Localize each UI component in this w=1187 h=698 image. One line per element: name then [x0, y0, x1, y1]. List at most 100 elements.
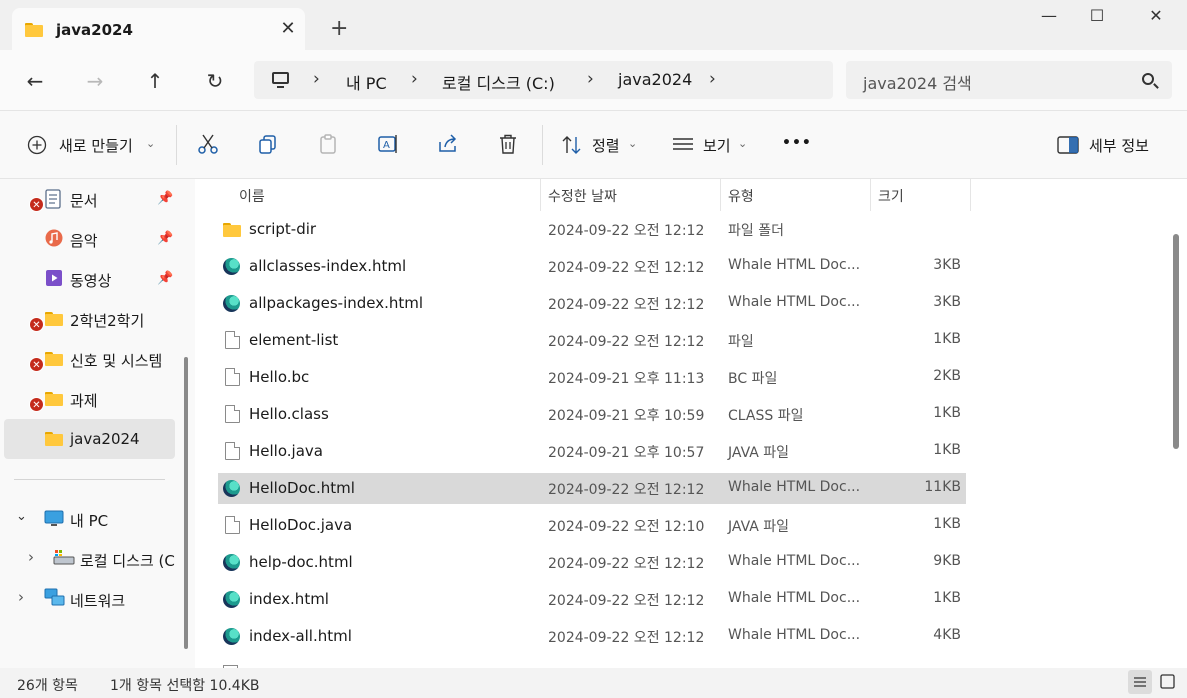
file-date: 2024-09-21 오후 11:13: [548, 371, 705, 387]
file-row-index-html[interactable]: index.html 2024-09-22 오전 12:12 Whale HTML …: [218, 584, 966, 615]
music-icon: [45, 229, 63, 247]
tree-item-local-disk[interactable]: › 로컬 디스크 (C:): [4, 539, 175, 579]
search-placeholder: java2024 검색: [863, 74, 972, 93]
file-row-allclasses-index-html[interactable]: allclasses-index.html 2024-09-22 오전 12:12…: [218, 251, 966, 282]
file-row-allpackages-index-html[interactable]: allpackages-index.html 2024-09-22 오전 12:1…: [218, 288, 966, 319]
sidebar-item-java2024[interactable]: java2024: [4, 419, 175, 459]
file-row-element-list[interactable]: element-list 2024-09-22 오전 12:12 파일 1KB: [218, 325, 966, 356]
sidebar-item-music[interactable]: 음악 📌: [4, 219, 175, 259]
file-list-scrollbar[interactable]: [1173, 234, 1179, 449]
minimize-button[interactable]: —: [1026, 6, 1072, 32]
forward-button[interactable]: →: [80, 66, 110, 96]
new-button[interactable]: 새로 만들기 ⌄: [22, 125, 162, 165]
chevron-right-icon[interactable]: ›: [709, 69, 716, 89]
column-divider[interactable]: [870, 179, 871, 211]
column-divider[interactable]: [970, 179, 971, 211]
cut-icon[interactable]: [196, 132, 220, 156]
large-icons-view-icon[interactable]: [1156, 670, 1180, 694]
file-name: allpackages-index.html: [249, 294, 424, 312]
file-date: 2024-09-22 오전 12:12: [548, 297, 705, 313]
file-row-help-doc-html[interactable]: help-doc.html 2024-09-22 오전 12:12 Whale HT…: [218, 547, 966, 578]
breadcrumb-local-disk[interactable]: 로컬 디스크 (C:): [442, 70, 555, 94]
file-size: 3KB: [933, 294, 961, 310]
chevron-right-icon[interactable]: ›: [587, 69, 594, 89]
address-bar[interactable]: › 내 PC › 로컬 디스크 (C:) › java2024 ›: [254, 61, 833, 99]
command-bar: 새로 만들기 ⌄ A 정렬 ⌄ 보기 ⌄ ••• 세부 정보: [0, 110, 1187, 179]
file-row-hellodoc-java[interactable]: HelloDoc.java 2024-09-22 오전 12:10 JAVA 파일 1…: [218, 510, 966, 541]
tree-item-network[interactable]: › 네트워크: [4, 579, 175, 619]
file-row-hellodoc-html[interactable]: HelloDoc.html 2024-09-22 오전 12:12 Whale HT…: [218, 473, 966, 504]
tree-item-label: 네트워크: [70, 592, 126, 610]
column-divider[interactable]: [720, 179, 721, 211]
rename-icon[interactable]: A: [376, 132, 400, 156]
whale-icon: [223, 258, 240, 275]
folder-icon: [45, 432, 63, 446]
search-input[interactable]: java2024 검색: [846, 61, 1172, 99]
file-type: Whale HTML Doc...: [728, 479, 861, 495]
column-header-date[interactable]: 수정한 날짜: [548, 186, 617, 206]
share-icon[interactable]: [436, 132, 460, 156]
breadcrumb-java2024[interactable]: java2024: [618, 70, 692, 89]
sidebar-scrollbar[interactable]: [184, 357, 188, 649]
details-view-icon[interactable]: [1128, 670, 1152, 694]
sidebar-item-label: java2024: [70, 430, 140, 448]
more-options-button[interactable]: •••: [782, 135, 812, 151]
file-row-index-all-html[interactable]: index-all.html 2024-09-22 오전 12:12 Whale H…: [218, 621, 966, 652]
column-header-name[interactable]: 이름: [239, 186, 265, 206]
address-row: ← → ↑ ↻ › 내 PC › 로컬 디스크 (C:) › java2024 …: [0, 50, 1187, 110]
file-date: 2024-09-22 오전 12:12: [548, 223, 705, 239]
plus-circle-icon: [27, 135, 47, 155]
file-size: 11KB: [924, 479, 961, 495]
tab-close-button[interactable]: ✕: [278, 18, 298, 39]
copy-icon[interactable]: [256, 132, 280, 156]
paste-icon[interactable]: [316, 132, 340, 156]
view-label: 보기: [703, 137, 731, 155]
chevron-right-icon[interactable]: ›: [313, 69, 320, 89]
file-name: index-all.html: [249, 627, 352, 645]
chevron-down-icon: ⌄: [146, 137, 156, 150]
file-row-script-dir[interactable]: script-dir 2024-09-22 오전 12:12 파일 폴더: [218, 214, 966, 245]
refresh-button[interactable]: ↻: [200, 66, 230, 96]
maximize-button[interactable]: ☐: [1074, 6, 1120, 32]
sidebar-item-documents[interactable]: ✕ 문서 📌: [4, 179, 175, 219]
column-header-type[interactable]: 유형: [728, 186, 754, 206]
chevron-down-icon[interactable]: ⌄: [16, 509, 27, 524]
sidebar-item-assignments[interactable]: ✕ 과제: [4, 379, 175, 419]
file-type: 파일 폴더: [728, 223, 784, 239]
chevron-right-icon[interactable]: ›: [28, 548, 34, 566]
up-button[interactable]: ↑: [140, 66, 170, 96]
file-row-hello-class[interactable]: Hello.class 2024-09-21 오후 10:59 CLASS 파일 1K…: [218, 399, 966, 430]
column-header-size[interactable]: 크기: [878, 186, 904, 206]
sidebar-item-videos[interactable]: 동영상 📌: [4, 259, 175, 299]
sidebar-item-signals-and-systems[interactable]: ✕ 신호 및 시스템: [4, 339, 175, 379]
file-row-hello-java[interactable]: Hello.java 2024-09-21 오후 10:57 JAVA 파일 1KB: [218, 436, 966, 467]
breadcrumb-my-pc[interactable]: 내 PC: [346, 70, 387, 94]
delete-icon[interactable]: [496, 132, 520, 156]
view-button[interactable]: 보기 ⌄: [670, 125, 760, 165]
tab-title: java2024: [56, 21, 133, 39]
whale-icon: [223, 295, 240, 312]
file-row-hello-bc[interactable]: Hello.bc 2024-09-21 오후 11:13 BC 파일 2KB: [218, 362, 966, 393]
tab-java2024[interactable]: java2024 ✕: [12, 8, 305, 50]
file-date: 2024-09-21 오후 10:57: [548, 445, 705, 461]
details-pane-button[interactable]: 세부 정보: [1052, 125, 1168, 165]
sort-button[interactable]: 정렬 ⌄: [558, 125, 648, 165]
column-divider[interactable]: [540, 179, 541, 211]
file-type: JAVA 파일: [728, 519, 790, 535]
sort-icon: [562, 136, 581, 154]
sidebar-item-2nd-year-2nd-semester[interactable]: ✕ 2학년2학기: [4, 299, 175, 339]
sidebar-item-label: 신호 및 시스템: [70, 352, 163, 370]
item-count: 26개 항목: [17, 678, 78, 694]
tree-item-my-pc[interactable]: ⌄ 내 PC: [4, 499, 175, 539]
svg-text:A: A: [383, 140, 390, 151]
chevron-down-icon: ⌄: [738, 137, 748, 150]
chevron-right-icon[interactable]: ›: [411, 69, 418, 89]
chevron-right-icon[interactable]: ›: [18, 588, 24, 606]
search-icon[interactable]: [1142, 73, 1154, 85]
file-size: 1KB: [933, 590, 961, 606]
close-button[interactable]: ✕: [1133, 6, 1179, 32]
back-button[interactable]: ←: [20, 66, 50, 96]
file-name: HelloDoc.html: [249, 479, 355, 497]
new-tab-button[interactable]: +: [330, 18, 348, 40]
file-type: Whale HTML Doc...: [728, 590, 861, 606]
